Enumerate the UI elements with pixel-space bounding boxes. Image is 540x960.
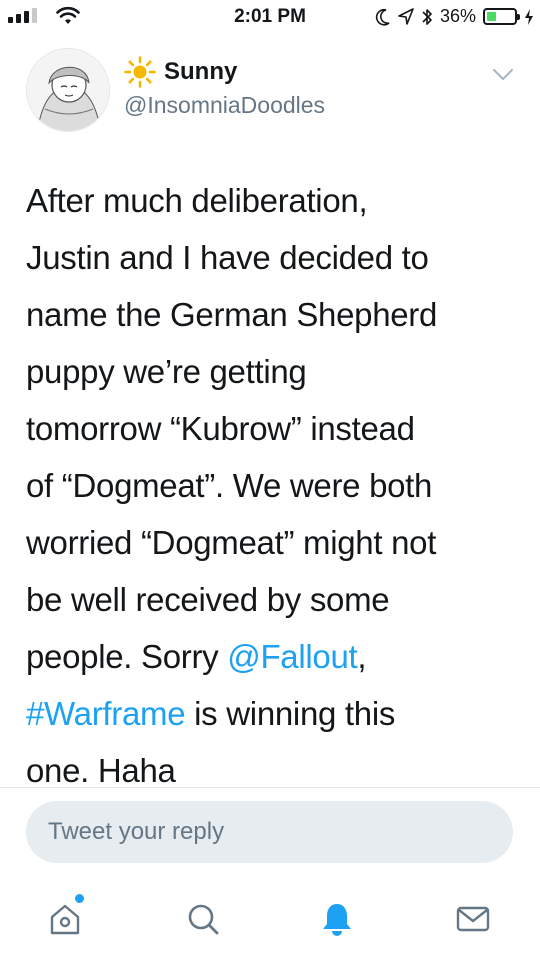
battery-icon xyxy=(483,8,520,25)
tweet-text-segment: be well received by some xyxy=(26,581,390,618)
notification-dot xyxy=(75,894,84,903)
status-right: 36% xyxy=(375,6,534,27)
tweet-line: one. Haha xyxy=(26,742,526,799)
battery-fill xyxy=(487,12,497,21)
home-icon xyxy=(50,904,80,935)
nav-messages[interactable] xyxy=(448,894,498,944)
reply-input[interactable] xyxy=(26,801,513,863)
tweet-text-segment: one. Haha xyxy=(26,752,176,789)
tweet-line: be well received by some xyxy=(26,571,526,628)
bluetooth-icon xyxy=(422,8,432,25)
tweet-line: name the German Shepherd xyxy=(26,286,526,343)
mention-link[interactable]: @Fallout xyxy=(227,638,357,675)
divider xyxy=(0,787,540,788)
chevron-down-icon[interactable] xyxy=(492,68,514,82)
tweet-text-segment: worried “Dogmeat” might not xyxy=(26,524,437,561)
moon-icon xyxy=(375,8,390,26)
avatar[interactable] xyxy=(26,48,110,132)
tweet-line: of “Dogmeat”. We were both xyxy=(26,457,526,514)
username[interactable]: @InsomniaDoodles xyxy=(124,92,325,119)
tweet-line: tomorrow “Kubrow” instead xyxy=(26,400,526,457)
tweet-text-segment: puppy we’re getting xyxy=(26,353,307,390)
nav-home[interactable] xyxy=(40,894,90,944)
tweet-line: Justin and I have decided to xyxy=(26,229,526,286)
nav-search[interactable] xyxy=(178,894,228,944)
tweet-text-segment: name the German Shepherd xyxy=(26,296,438,333)
tweet-text-segment: people. Sorry xyxy=(26,638,228,675)
tweet-line: puppy we’re getting xyxy=(26,343,526,400)
reply-box[interactable] xyxy=(26,801,513,863)
tweet-text-segment: After much deliberation, xyxy=(26,182,368,219)
tweet-text-segment: , xyxy=(357,638,367,675)
charging-icon xyxy=(525,8,533,25)
battery-percent: 36% xyxy=(439,6,476,26)
nav-notifications[interactable] xyxy=(312,894,362,944)
tweet-text-segment: tomorrow “Kubrow” instead xyxy=(26,410,415,447)
tweet-text-segment: Justin and I have decided to xyxy=(26,239,429,276)
status-bar: 2:01 PM 36% xyxy=(0,0,540,38)
notifications-icon xyxy=(323,904,351,936)
location-icon xyxy=(398,7,414,25)
tweet-line: #Warframe is winning this xyxy=(26,685,526,742)
tweet-line: people. Sorry @Fallout, xyxy=(26,628,526,685)
tweet-line: worried “Dogmeat” might not xyxy=(26,514,526,571)
messages-icon xyxy=(456,906,490,932)
tweet-text-segment: of “Dogmeat”. We were both xyxy=(26,467,433,504)
tweet-text-segment: is winning this xyxy=(185,695,396,732)
tweet-line: After much deliberation, xyxy=(26,172,526,229)
display-name[interactable]: Sunny xyxy=(124,56,237,88)
sun-icon xyxy=(124,56,156,88)
search-icon xyxy=(188,904,219,935)
tweet-text: After much deliberation, Justin and I ha… xyxy=(26,172,526,799)
bottom-nav xyxy=(0,880,540,960)
hashtag-link[interactable]: #Warframe xyxy=(26,695,186,732)
display-name-text: Sunny xyxy=(164,58,238,85)
